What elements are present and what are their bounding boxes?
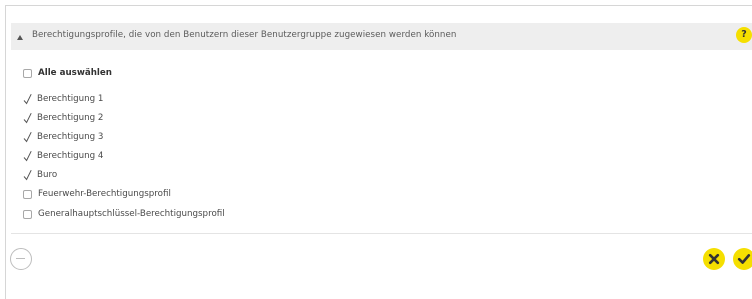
checkmark-icon[interactable] (23, 112, 32, 124)
profile-item[interactable]: Generalhauptschlüssel-Berechtigungsprofi… (23, 207, 225, 221)
profile-label: Feuerwehr-Berechtigungsprofil (38, 189, 171, 199)
profile-label: Berechtigung 2 (37, 113, 104, 123)
profile-checkbox[interactable] (23, 209, 32, 219)
profile-checkbox[interactable] (23, 189, 32, 199)
checkmark-icon[interactable] (23, 131, 32, 143)
profile-item[interactable]: Buro (23, 168, 57, 182)
section-title: Berechtigungsprofile, die von den Benutz… (32, 30, 457, 40)
profile-label: Buro (37, 170, 58, 180)
select-all-checkbox[interactable] (23, 68, 32, 78)
profile-item[interactable]: Berechtigung 3 (23, 130, 103, 144)
remove-button[interactable] (10, 248, 32, 270)
checkmark-icon (737, 254, 751, 264)
confirm-button[interactable] (733, 248, 752, 270)
checkmark-icon[interactable] (23, 169, 32, 181)
profile-item[interactable]: Berechtigung 2 (23, 111, 103, 125)
minus-icon (16, 257, 25, 260)
profile-label: Berechtigung 3 (37, 132, 104, 142)
profile-label: Berechtigung 4 (37, 151, 104, 161)
profile-label: Berechtigung 1 (37, 94, 104, 104)
x-icon (708, 253, 720, 265)
select-all-label: Alle auswählen (38, 68, 112, 78)
cancel-button[interactable] (703, 248, 725, 270)
profile-item[interactable]: Feuerwehr-Berechtigungsprofil (23, 187, 171, 201)
chevron-up-icon[interactable] (17, 35, 23, 40)
footer-divider (11, 233, 752, 234)
checkmark-icon[interactable] (23, 93, 32, 105)
help-icon[interactable]: ? (736, 27, 752, 43)
profile-item[interactable]: Berechtigung 4 (23, 149, 103, 163)
section-header[interactable]: Berechtigungsprofile, die von den Benutz… (11, 23, 752, 50)
select-all-row[interactable]: Alle auswählen (23, 66, 112, 80)
profile-item[interactable]: Berechtigung 1 (23, 92, 103, 106)
profile-label: Generalhauptschlüssel-Berechtigungsprofi… (38, 209, 225, 219)
checkmark-icon[interactable] (23, 150, 32, 162)
